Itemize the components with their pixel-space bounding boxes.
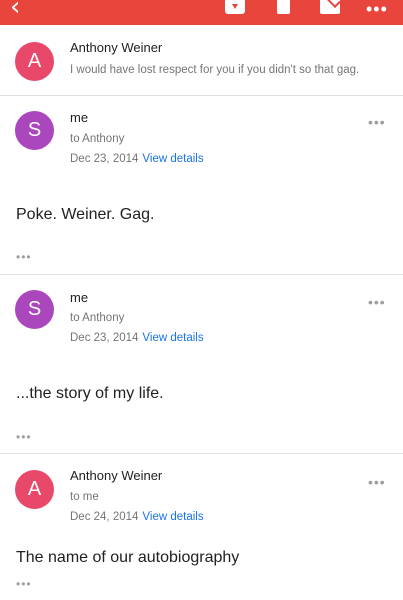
more-options-icon[interactable]: ••• [368,474,386,490]
message-date: Dec 24, 2014 [70,511,139,523]
date-line: Dec 23, 2014 View details [70,153,204,165]
date-line: Dec 23, 2014 View details [70,332,204,344]
more-options-icon[interactable]: ••• [368,114,386,130]
view-details-link[interactable]: View details [142,153,203,165]
message-body: The name of our autobiography [16,549,240,566]
back-icon[interactable]: ‹ [10,0,20,20]
avatar[interactable]: A [15,42,54,81]
sender-name: me [70,110,89,125]
sender-name: Anthony Weiner [70,40,163,55]
view-details-link[interactable]: View details [142,332,203,344]
more-options-icon[interactable]: ••• [368,294,386,310]
trash-icon[interactable] [277,0,290,14]
divider [0,453,403,454]
avatar[interactable]: A [15,470,54,509]
message-body: Poke. Weiner. Gag. [16,206,155,223]
show-trimmed-content-icon[interactable]: ••• [16,430,32,444]
recipient-line: to Anthony [70,133,125,145]
recipient-line: to me [70,491,99,503]
message-snippet: I would have lost respect for you if you… [70,64,360,76]
show-trimmed-content-icon[interactable]: ••• [16,250,32,264]
top-toolbar: ‹ ••• [0,0,403,25]
more-icon[interactable]: ••• [366,0,388,18]
message-body: ...the story of my life. [16,385,164,402]
avatar[interactable]: S [15,111,54,150]
avatar[interactable]: S [15,290,54,329]
show-trimmed-content-icon[interactable]: ••• [16,577,32,591]
date-line: Dec 24, 2014 View details [70,511,204,523]
message-date: Dec 23, 2014 [70,153,139,165]
divider [0,274,403,275]
archive-icon[interactable] [225,0,245,14]
sender-name: Anthony Weiner [70,468,163,483]
sender-name: me [70,290,89,305]
message-date: Dec 23, 2014 [70,332,139,344]
mail-icon[interactable] [320,0,340,14]
view-details-link[interactable]: View details [142,511,203,523]
recipient-line: to Anthony [70,312,125,324]
divider [0,95,403,96]
